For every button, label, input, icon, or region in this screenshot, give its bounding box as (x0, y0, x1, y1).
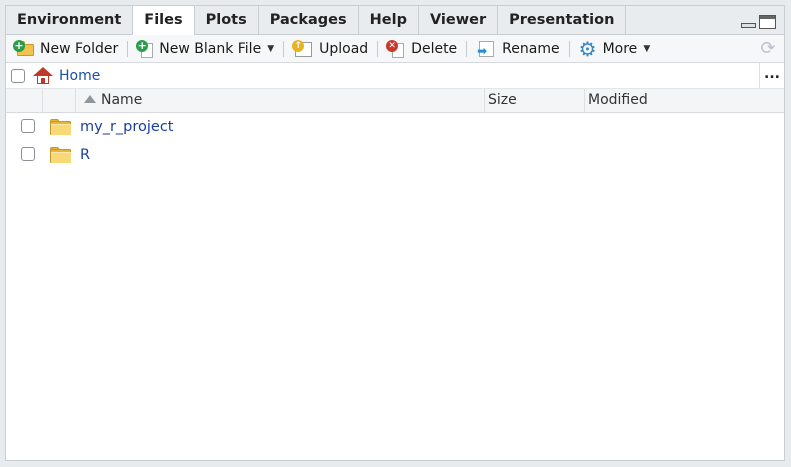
table-row: R (6, 141, 784, 169)
file-add-icon: + (136, 39, 154, 58)
file-name-link[interactable]: R (80, 141, 90, 169)
upload-label: Upload (319, 40, 369, 57)
more-label: More (602, 40, 638, 57)
new-blank-file-label: New Blank File (159, 40, 262, 57)
go-to-directory-button[interactable]: ... (759, 63, 784, 88)
header-name-label: Name (101, 92, 143, 108)
folder-icon (50, 147, 71, 163)
header-icon-column (43, 89, 76, 112)
new-blank-file-button[interactable]: + New Blank File ▼ (136, 37, 274, 61)
header-size-column[interactable]: Size (485, 89, 585, 112)
breadcrumb: Home ... (6, 63, 784, 89)
toolbar-separator (127, 40, 129, 57)
delete-label: Delete (411, 40, 458, 57)
toolbar-separator (568, 40, 570, 57)
minimize-icon[interactable] (741, 17, 756, 29)
header-modified-label: Modified (588, 92, 648, 108)
tab-environment[interactable]: Environment (6, 6, 134, 34)
maximize-icon[interactable] (759, 15, 776, 29)
upload-icon: ↑ (292, 39, 314, 58)
chevron-down-icon: ▼ (267, 43, 275, 54)
file-table-header: Name Size Modified (6, 89, 784, 113)
delete-icon: ✕ (386, 39, 406, 58)
chevron-down-icon: ▼ (643, 43, 651, 54)
pane-window-controls (741, 15, 776, 29)
pane-tab-strip: Environment Files Plots Packages Help Vi… (6, 6, 784, 35)
folder-add-icon: + (13, 39, 35, 57)
header-modified-column[interactable]: Modified (585, 89, 784, 112)
row-checkbox[interactable] (21, 119, 35, 133)
tab-plots[interactable]: Plots (195, 6, 259, 34)
breadcrumb-home-link[interactable]: Home (59, 68, 100, 84)
home-icon[interactable] (33, 66, 53, 85)
header-name-column[interactable]: Name (76, 89, 485, 112)
new-folder-label: New Folder (40, 40, 119, 57)
new-folder-button[interactable]: + New Folder (13, 37, 118, 61)
folder-icon (50, 119, 71, 135)
file-list: my_r_project R (6, 113, 784, 169)
more-button[interactable]: ⚙ More ▼ (578, 37, 651, 61)
table-row: my_r_project (6, 113, 784, 141)
select-all-checkbox[interactable] (11, 68, 25, 83)
rename-label: Rename (502, 40, 560, 57)
sort-ascending-icon (84, 95, 96, 103)
tab-presentation[interactable]: Presentation (498, 6, 627, 34)
file-name-link[interactable]: my_r_project (80, 113, 174, 141)
tab-help[interactable]: Help (359, 6, 419, 34)
tab-files[interactable]: Files (132, 6, 195, 35)
rename-button[interactable]: ➡ Rename (475, 37, 560, 61)
tab-viewer[interactable]: Viewer (419, 6, 499, 34)
rename-icon: ➡ (475, 40, 497, 58)
files-pane: Environment Files Plots Packages Help Vi… (5, 5, 785, 461)
tab-list: Environment Files Plots Packages Help Vi… (6, 6, 627, 35)
header-size-label: Size (488, 92, 517, 108)
files-toolbar: + New Folder + New Blank File ▼ ↑ Upload… (6, 35, 784, 63)
row-checkbox[interactable] (21, 147, 35, 161)
toolbar-separator (377, 40, 379, 57)
gear-icon: ⚙ (578, 36, 597, 61)
refresh-icon[interactable]: ⟳ (758, 39, 778, 59)
upload-button[interactable]: ↑ Upload (292, 37, 368, 61)
delete-button[interactable]: ✕ Delete (386, 37, 457, 61)
toolbar-separator (466, 40, 468, 57)
toolbar-separator (283, 40, 285, 57)
tab-packages[interactable]: Packages (259, 6, 359, 34)
header-check-column (6, 89, 43, 112)
